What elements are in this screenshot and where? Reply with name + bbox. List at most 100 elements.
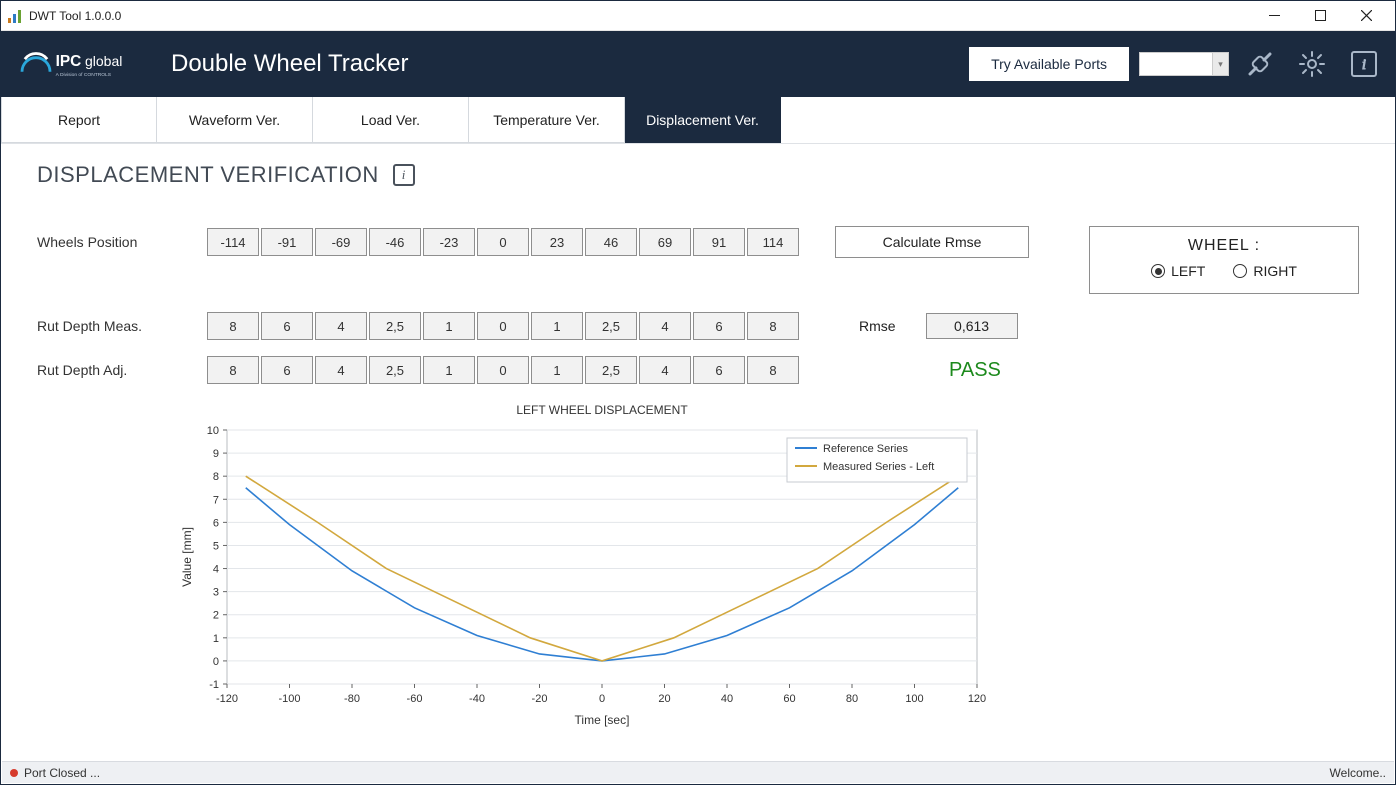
svg-text:Time [sec]: Time [sec] [575,713,630,727]
svg-text:10: 10 [207,425,219,437]
svg-text:7: 7 [213,494,219,506]
cell[interactable]: -23 [423,228,475,256]
wheel-right-radio[interactable]: RIGHT [1233,263,1297,279]
svg-text:-1: -1 [209,679,219,691]
calculate-rmse-button[interactable]: Calculate Rmse [835,226,1029,258]
cell[interactable]: 0 [477,356,529,384]
cell[interactable]: -91 [261,228,313,256]
wheel-left-radio[interactable]: LEFT [1151,263,1205,279]
port-select[interactable]: ▾ [1139,52,1229,76]
svg-text:1: 1 [213,633,219,645]
svg-text:0: 0 [599,693,605,705]
try-available-ports-button[interactable]: Try Available Ports [969,47,1129,81]
tab-temperature-ver[interactable]: Temperature Ver. [469,97,625,143]
cell[interactable]: -69 [315,228,367,256]
cell[interactable]: 0 [477,228,529,256]
cell[interactable]: 6 [261,312,313,340]
cell[interactable]: 1 [531,312,583,340]
info-icon[interactable]: i [1343,43,1385,85]
status-indicator-icon [10,769,18,777]
wheels-position-cells: -114-91-69-46-23023466991114 [207,228,799,256]
cell[interactable]: 1 [423,356,475,384]
svg-text:Measured Series - Left: Measured Series - Left [823,461,934,473]
svg-text:global: global [85,53,122,69]
cell[interactable]: 0 [477,312,529,340]
wheel-select-panel: WHEEL : LEFT RIGHT [1089,226,1359,294]
cell[interactable]: 4 [639,312,691,340]
svg-text:-120: -120 [216,693,238,705]
cell[interactable]: 8 [207,356,259,384]
cell[interactable]: 2,5 [369,312,421,340]
cell[interactable]: 23 [531,228,583,256]
cell[interactable]: 4 [315,312,367,340]
svg-text:2: 2 [213,610,219,622]
cell[interactable]: 114 [747,228,799,256]
window-title: DWT Tool 1.0.0.0 [29,9,121,23]
minimize-button[interactable] [1251,1,1297,31]
cell[interactable]: 6 [693,356,745,384]
cell[interactable]: 4 [315,356,367,384]
svg-text:40: 40 [721,693,733,705]
cell[interactable]: 8 [747,312,799,340]
tab-waveform-ver[interactable]: Waveform Ver. [157,97,313,143]
svg-text:-40: -40 [469,693,485,705]
status-text-left: Port Closed ... [24,766,100,780]
svg-text:80: 80 [846,693,858,705]
radio-dot-icon [1233,264,1247,278]
svg-text:Value [mm]: Value [mm] [180,527,194,587]
rmse-value: 0,613 [926,313,1018,339]
svg-text:A Division of CONTROLS: A Division of CONTROLS [56,72,112,78]
svg-text:0: 0 [213,656,219,668]
tab-report[interactable]: Report [1,97,157,143]
maximize-button[interactable] [1297,1,1343,31]
cell[interactable]: 2,5 [369,356,421,384]
svg-text:-60: -60 [407,693,423,705]
brand-logo: IPC global A Division of CONTROLS [15,45,155,83]
section-title: DISPLACEMENT VERIFICATION i [37,162,1359,188]
cell[interactable]: 8 [747,356,799,384]
cell[interactable]: 6 [693,312,745,340]
tab-load-ver[interactable]: Load Ver. [313,97,469,143]
section-info-icon[interactable]: i [393,164,415,186]
svg-text:-80: -80 [344,693,360,705]
svg-text:5: 5 [213,540,219,552]
cell[interactable]: 46 [585,228,637,256]
close-button[interactable] [1343,1,1389,31]
app-title: Double Wheel Tracker [171,50,408,78]
cell[interactable]: 2,5 [585,356,637,384]
rut-depth-meas-cells: 8642,51012,5468 [207,312,799,340]
cell[interactable]: 69 [639,228,691,256]
wheel-right-label: RIGHT [1253,263,1297,279]
tab-bar: Report Waveform Ver. Load Ver. Temperatu… [1,97,1395,144]
svg-text:9: 9 [213,448,219,460]
cell[interactable]: 6 [261,356,313,384]
connect-plug-icon[interactable] [1239,43,1281,85]
wheels-position-label: Wheels Position [37,234,207,250]
cell[interactable]: 8 [207,312,259,340]
wheel-left-label: LEFT [1171,263,1205,279]
svg-text:3: 3 [213,587,219,599]
cell[interactable]: -114 [207,228,259,256]
result-status: PASS [949,359,1001,382]
tab-displacement-ver[interactable]: Displacement Ver. [625,97,781,143]
svg-text:6: 6 [213,517,219,529]
svg-text:i: i [1362,57,1366,73]
window-titlebar: DWT Tool 1.0.0.0 [1,1,1395,31]
rut-depth-adj-label: Rut Depth Adj. [37,362,207,378]
radio-dot-icon [1151,264,1165,278]
settings-gear-icon[interactable] [1291,43,1333,85]
cell[interactable]: 2,5 [585,312,637,340]
cell[interactable]: 1 [423,312,475,340]
status-bar: Port Closed ... Welcome.. [2,761,1394,783]
displacement-chart: LEFT WHEEL DISPLACEMENT-1012345678910-12… [177,400,1049,733]
brand-primary: IPC [56,53,82,70]
cell[interactable]: -46 [369,228,421,256]
cell[interactable]: 91 [693,228,745,256]
svg-text:120: 120 [968,693,986,705]
svg-text:Reference Series: Reference Series [823,443,908,455]
app-header: IPC global A Division of CONTROLS Double… [1,31,1395,97]
cell[interactable]: 1 [531,356,583,384]
cell[interactable]: 4 [639,356,691,384]
svg-text:LEFT WHEEL DISPLACEMENT: LEFT WHEEL DISPLACEMENT [516,403,688,417]
rut-depth-meas-label: Rut Depth Meas. [37,318,207,334]
